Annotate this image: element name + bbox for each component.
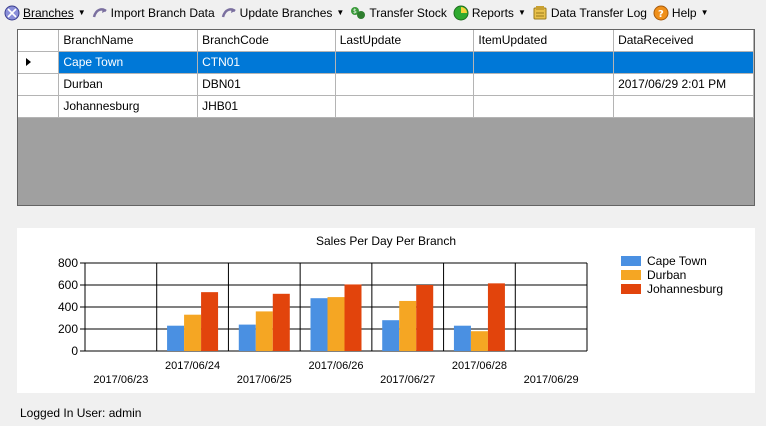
table-cell[interactable]: 2017/06/29 2:01 PM [613, 73, 754, 96]
table-row[interactable]: Cape Town CTN01 [18, 51, 754, 74]
bar-durban [327, 297, 345, 351]
transfer-stock-label: Transfer Stock [369, 5, 447, 20]
bar-cape-town [167, 325, 185, 351]
branches-icon [4, 5, 20, 21]
svg-text:$: $ [353, 8, 357, 15]
transfer-icon: $ [350, 5, 366, 21]
column-header-datareceived[interactable]: DataReceived [613, 30, 754, 52]
bar-cape-town [310, 298, 328, 351]
branches-grid[interactable]: BranchName BranchCode LastUpdate ItemUpd… [17, 29, 755, 206]
table-cell[interactable] [473, 73, 615, 96]
bar-durban [255, 311, 273, 351]
legend-swatch [621, 284, 641, 294]
reports-label: Reports [471, 5, 514, 20]
update-icon [221, 5, 237, 21]
x-tick-label: 2017/06/27 [380, 374, 435, 386]
bar-johannesburg [344, 284, 362, 351]
x-tick-label: 2017/06/25 [237, 374, 292, 386]
toolbar: Branches ▼ Import Branch Data Update Bra… [0, 0, 766, 25]
table-cell[interactable]: CTN01 [197, 51, 336, 74]
table-row[interactable]: Johannesburg JHB01 [18, 95, 754, 118]
transfer-stock-button[interactable]: $ Transfer Stock [348, 2, 451, 24]
sales-chart-panel: Sales Per Day Per Branch 0 200 400 600 800 201… [17, 228, 755, 393]
y-tick-label: 200 [58, 322, 78, 336]
chevron-down-icon: ▼ [700, 8, 709, 17]
bar-johannesburg [487, 283, 505, 351]
update-branches-label: Update Branches [239, 5, 333, 20]
column-header-lastupdate[interactable]: LastUpdate [335, 30, 475, 52]
svg-text:?: ? [658, 9, 664, 20]
legend-label: Durban [647, 268, 686, 282]
data-transfer-log-label: Data Transfer Log [550, 5, 647, 20]
help-label: Help [671, 5, 697, 20]
y-tick-label: 600 [58, 278, 78, 292]
import-branch-data-button[interactable]: Import Branch Data [90, 2, 219, 24]
table-cell[interactable] [335, 73, 475, 96]
table-cell[interactable] [473, 51, 615, 74]
column-header-branchname[interactable]: BranchName [58, 30, 199, 52]
row-header[interactable] [18, 51, 60, 74]
branches-table: BranchName BranchCode LastUpdate ItemUpd… [18, 30, 754, 118]
column-header-itemupdated[interactable]: ItemUpdated [473, 30, 615, 52]
legend-label: Cape Town [647, 254, 707, 268]
bar-cape-town [238, 324, 256, 351]
row-header-corner[interactable] [18, 30, 60, 52]
row-header[interactable] [18, 95, 60, 118]
sales-chart: Sales Per Day Per Branch 0 200 400 600 800 201… [58, 234, 723, 386]
log-icon [532, 5, 548, 21]
table-cell[interactable]: DBN01 [197, 73, 336, 96]
import-icon [92, 5, 108, 21]
chevron-down-icon: ▼ [77, 8, 86, 17]
reports-menu[interactable]: Reports ▼ [451, 2, 530, 24]
x-tick-label: 2017/06/23 [93, 374, 148, 386]
bar-johannesburg [272, 293, 290, 351]
table-cell[interactable] [613, 51, 754, 74]
legend-swatch [621, 270, 641, 280]
table-cell[interactable]: Cape Town [58, 51, 199, 74]
branches-label: Branches [23, 5, 74, 20]
table-cell[interactable] [473, 95, 615, 118]
help-menu[interactable]: ? Help ▼ [651, 2, 713, 24]
bar-durban [399, 300, 417, 351]
y-tick-label: 800 [58, 256, 78, 270]
chevron-down-icon: ▼ [336, 8, 345, 17]
bar-johannesburg [416, 285, 434, 351]
table-cell[interactable] [335, 95, 475, 118]
table-cell[interactable]: Durban [58, 73, 199, 96]
y-tick-label: 0 [71, 344, 78, 358]
update-branches-menu[interactable]: Update Branches ▼ [219, 2, 349, 24]
bar-durban [184, 314, 202, 351]
x-tick-label: 2017/06/24 [165, 360, 220, 372]
row-header[interactable] [18, 73, 60, 96]
bar-johannesburg [201, 292, 219, 351]
legend-swatch [621, 256, 641, 266]
y-tick-label: 400 [58, 300, 78, 314]
table-cell[interactable]: Johannesburg [58, 95, 199, 118]
import-branch-data-label: Import Branch Data [110, 5, 215, 20]
column-header-branchcode[interactable]: BranchCode [197, 30, 336, 52]
help-icon: ? [653, 5, 669, 21]
bar-durban [470, 331, 488, 351]
bar-cape-town [453, 325, 471, 351]
table-row[interactable]: Durban DBN01 2017/06/29 2:01 PM [18, 73, 754, 96]
current-row-arrow-icon [26, 58, 31, 66]
x-tick-label: 2017/06/29 [524, 374, 579, 386]
table-cell[interactable] [335, 51, 475, 74]
branches-menu[interactable]: Branches ▼ [2, 2, 90, 24]
header-row: BranchName BranchCode LastUpdate ItemUpd… [18, 30, 754, 52]
reports-icon [453, 5, 469, 21]
bar-cape-town [382, 320, 400, 351]
table-cell[interactable]: JHB01 [197, 95, 336, 118]
x-tick-label: 2017/06/26 [308, 360, 363, 372]
data-transfer-log-button[interactable]: Data Transfer Log [530, 2, 651, 24]
x-tick-label: 2017/06/28 [452, 360, 507, 372]
logged-in-user-label: Logged In User: admin [20, 406, 142, 420]
legend-label: Johannesburg [647, 282, 723, 296]
table-cell[interactable] [613, 95, 754, 118]
chevron-down-icon: ▼ [517, 8, 526, 17]
chart-title: Sales Per Day Per Branch [316, 234, 456, 248]
